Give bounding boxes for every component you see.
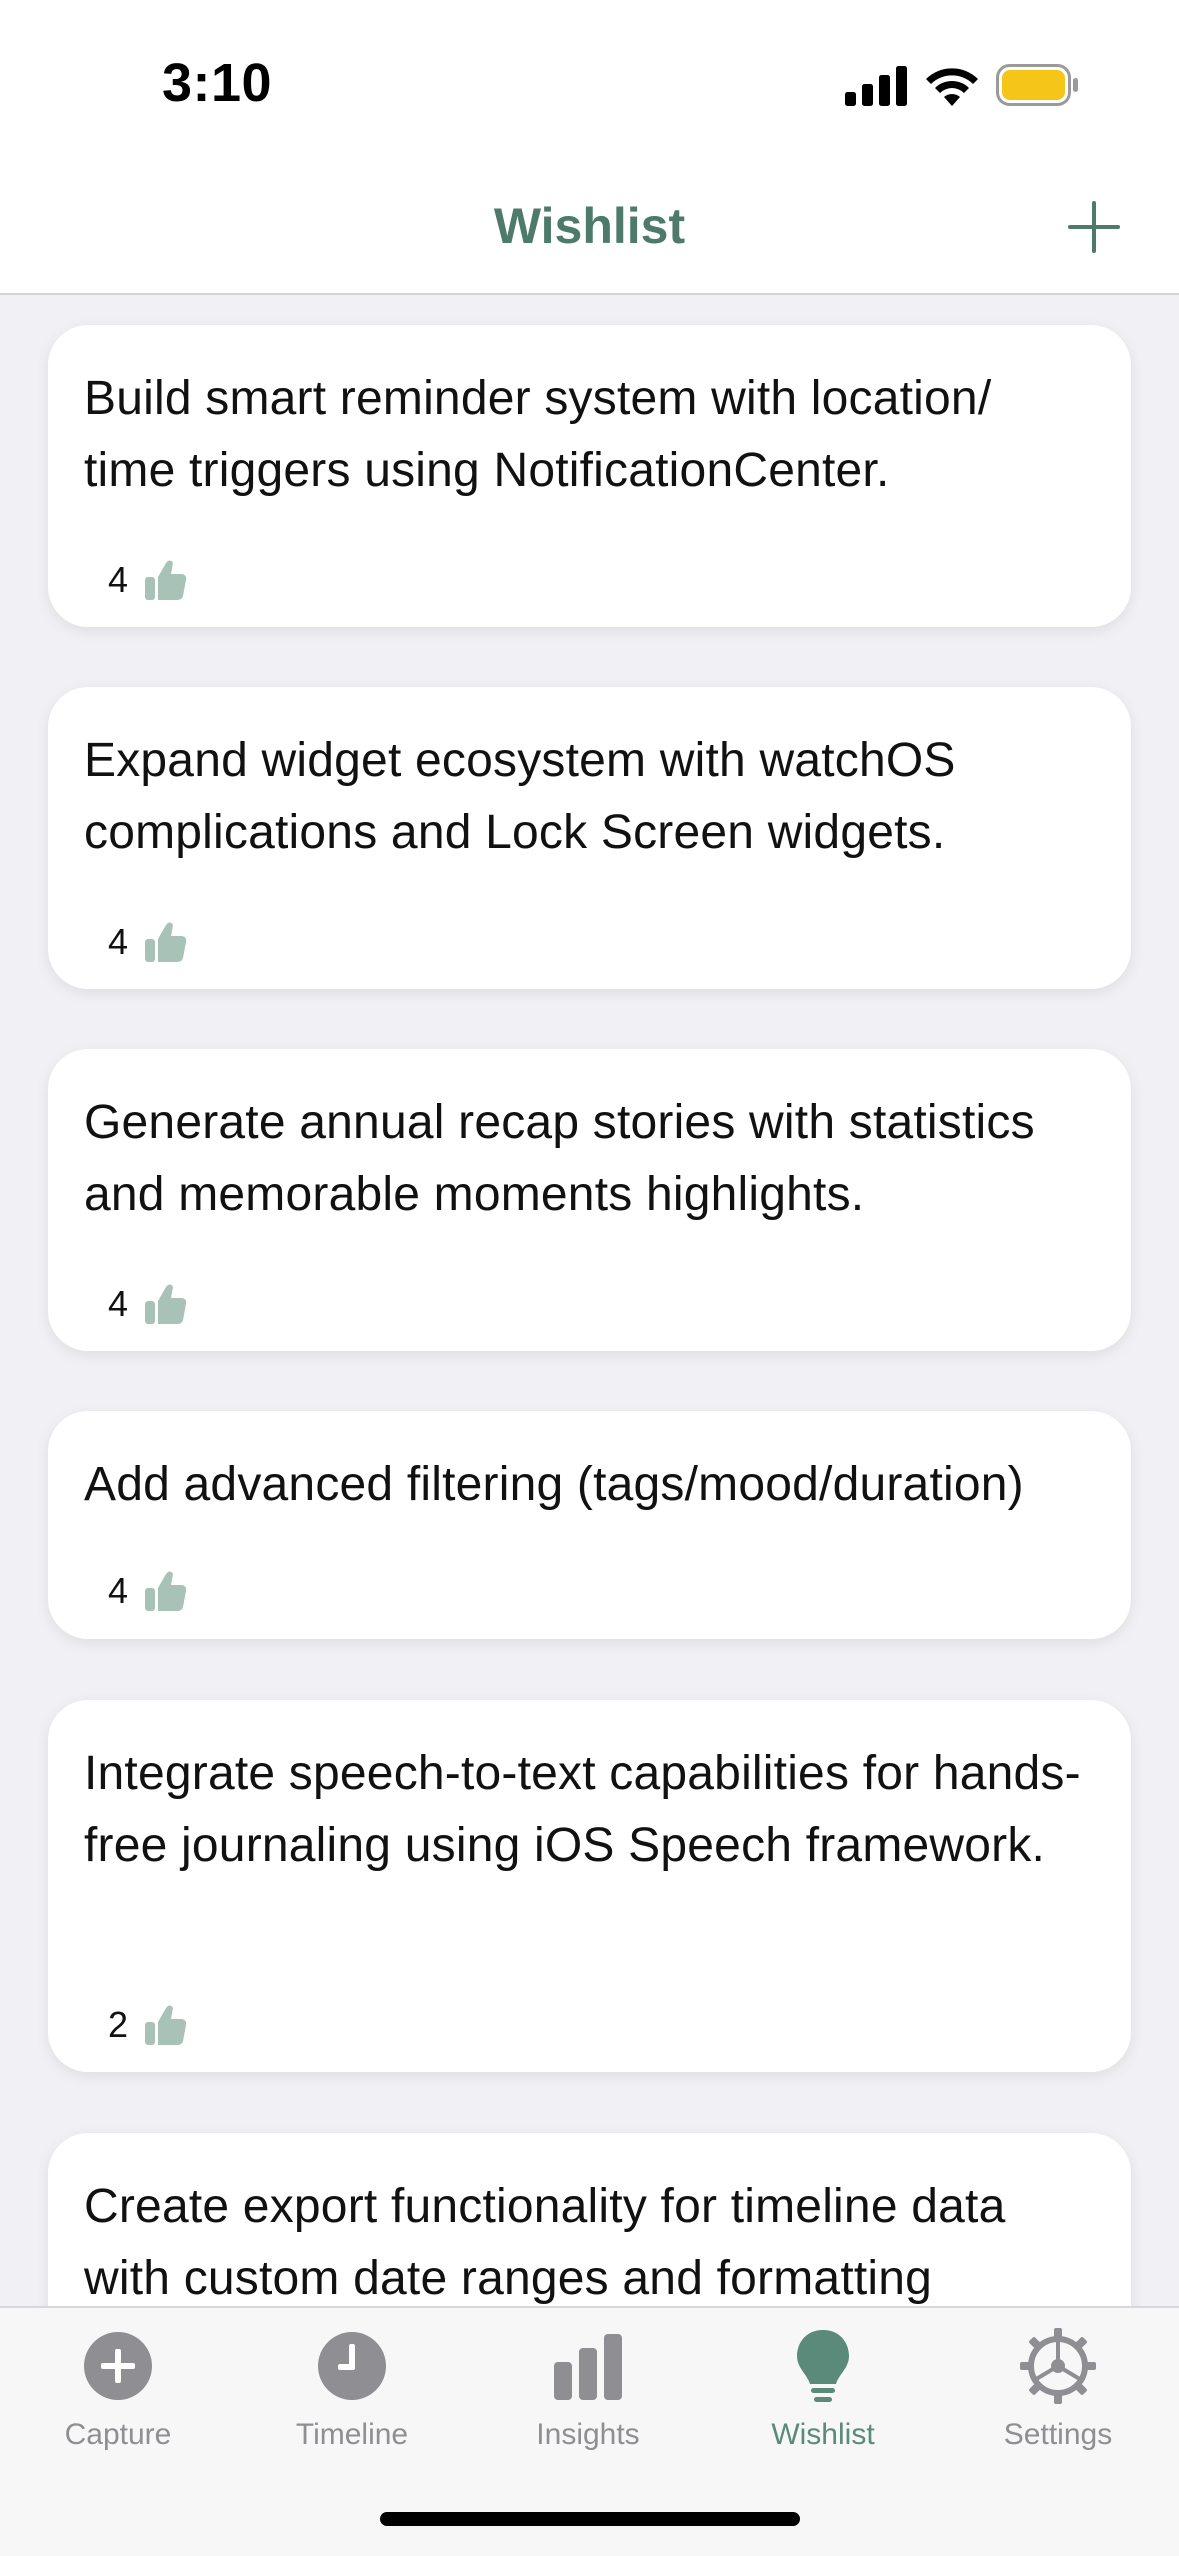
wishlist-card[interactable]: Build smart reminder system with locatio…: [48, 325, 1131, 627]
vote-count: 4: [108, 1570, 129, 1611]
thumbs-up-icon: [145, 560, 187, 600]
vote-count: 2: [108, 2004, 129, 2045]
tab-capture[interactable]: Capture: [0, 2326, 236, 2476]
tab-settings[interactable]: Settings: [940, 2326, 1176, 2476]
clock-icon: [318, 2332, 386, 2400]
plus-circle-icon: [84, 2332, 152, 2400]
wifi-icon: [926, 68, 978, 106]
vote-button[interactable]: 4: [108, 917, 188, 967]
wish-text: Add advanced filtering (tags/mood/durati…: [84, 1458, 1024, 1511]
vote-button[interactable]: 2: [108, 2000, 188, 2050]
wishlist-card[interactable]: Expand widget ecosystem with watchOS com…: [48, 687, 1131, 989]
vote-button[interactable]: 4: [108, 555, 188, 605]
wishlist-list[interactable]: Build smart reminder system with locatio…: [0, 297, 1179, 2307]
wish-text: Expand widget ecosystem with watchOS com…: [84, 734, 956, 859]
navigation-bar: Wishlist: [0, 175, 1179, 295]
thumbs-up-icon: [145, 1284, 187, 1324]
bar-chart-icon: [554, 2334, 622, 2400]
thumbs-up-icon: [145, 922, 187, 962]
wish-text: Create export functionality for timeline…: [84, 2180, 1006, 2305]
status-time: 3:10: [162, 53, 273, 113]
tab-timeline[interactable]: Timeline: [234, 2326, 470, 2476]
tab-label: Insights: [536, 2418, 640, 2451]
wishlist-card[interactable]: Generate annual recap stories with stati…: [48, 1049, 1131, 1351]
vote-count: 4: [108, 921, 129, 962]
vote-count: 4: [108, 559, 129, 600]
add-wish-button[interactable]: [1062, 195, 1126, 259]
tab-label: Timeline: [295, 2418, 409, 2451]
gear-icon: [1020, 2328, 1096, 2404]
status-bar: 3:10: [0, 0, 1179, 175]
tab-label: Capture: [64, 2418, 172, 2451]
wishlist-card[interactable]: Add advanced filtering (tags/mood/durati…: [48, 1411, 1131, 1639]
page-title: Wishlist: [493, 198, 686, 254]
tab-wishlist[interactable]: Wishlist: [705, 2326, 941, 2476]
wish-text: Integrate speech-to-text capabilities fo…: [84, 1747, 1081, 1872]
wish-text: Generate annual recap stories with stati…: [84, 1096, 1035, 1221]
screen: 3:10 Wishlist Build smart reminder syste…: [0, 0, 1179, 2556]
thumbs-up-icon: [145, 2005, 187, 2045]
vote-button[interactable]: 4: [108, 1279, 188, 1329]
wish-text: Build smart reminder system with locatio…: [84, 372, 992, 497]
plus-icon: [1068, 201, 1120, 253]
tab-label: Wishlist: [771, 2418, 875, 2451]
tab-insights[interactable]: Insights: [470, 2326, 706, 2476]
wishlist-card[interactable]: Create export functionality for timeline…: [48, 2133, 1131, 2307]
thumbs-up-icon: [145, 1571, 187, 1611]
tab-label: Settings: [1003, 2418, 1113, 2451]
home-indicator[interactable]: [380, 2512, 800, 2526]
lightbulb-icon: [797, 2330, 849, 2402]
vote-button[interactable]: 4: [108, 1566, 188, 1616]
wishlist-card[interactable]: Integrate speech-to-text capabilities fo…: [48, 1700, 1131, 2072]
signal-icon: [845, 66, 907, 106]
vote-count: 4: [108, 1283, 129, 1324]
battery-icon: [996, 64, 1078, 106]
